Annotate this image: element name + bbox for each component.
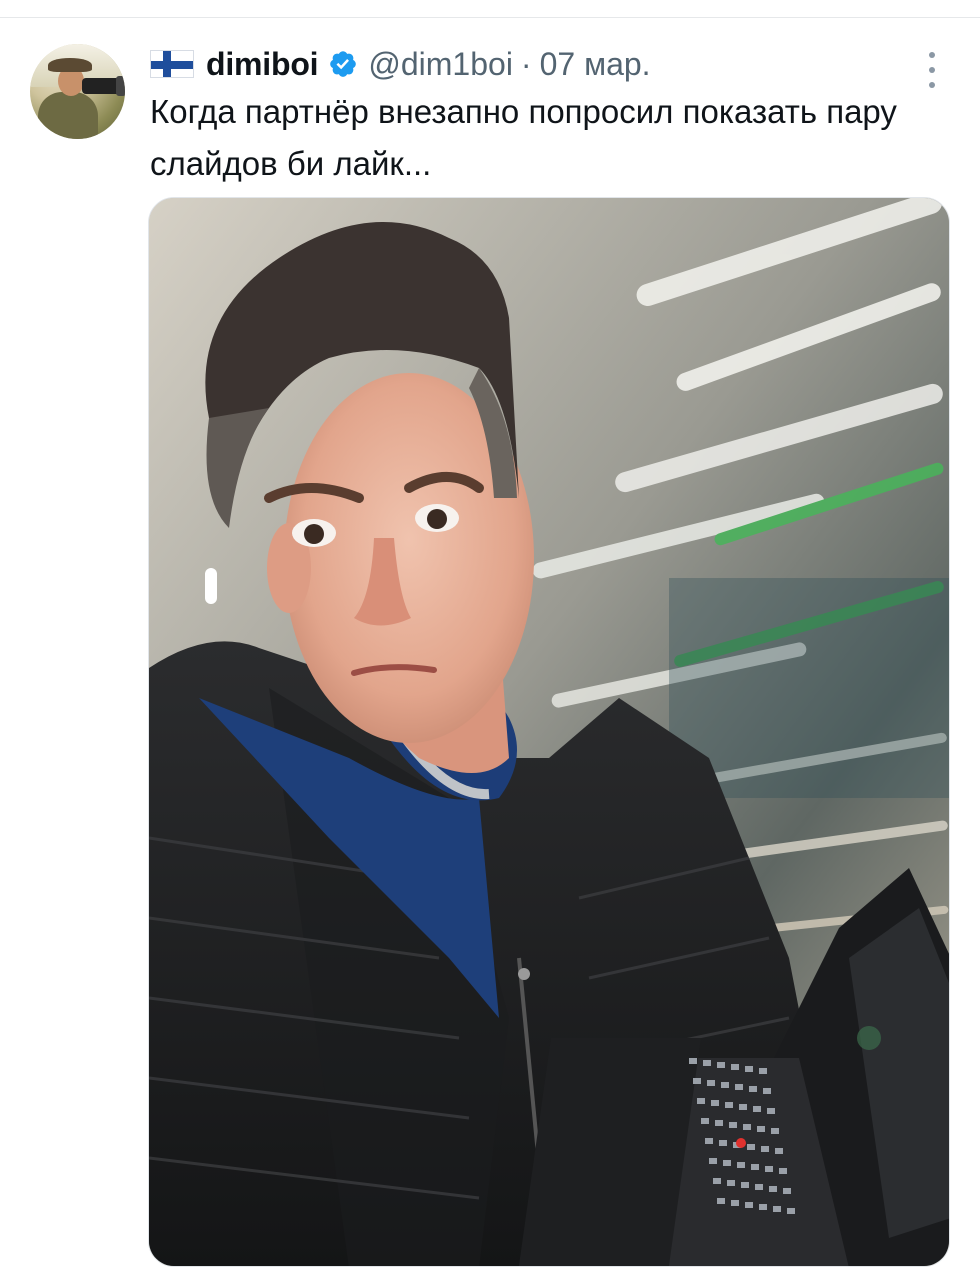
selfie-photo-icon: [149, 198, 949, 1266]
avatar-hat: [48, 58, 92, 72]
verified-badge-icon: [330, 51, 357, 77]
avatar-body: [38, 92, 98, 139]
avatar-camera-lens-hood: [116, 76, 125, 96]
tweet-header: dimiboi @dim1boi · 07 мар.: [150, 44, 651, 84]
finland-flag-icon: [150, 50, 194, 78]
tweet-media-photo[interactable]: [148, 197, 950, 1267]
tweet-text: Когда партнёр внезапно попросил показать…: [150, 93, 897, 182]
tweet[interactable]: dimiboi @dim1boi · 07 мар. Когда партнёр…: [0, 18, 980, 1280]
avatar[interactable]: [30, 44, 125, 139]
tweet-date[interactable]: 07 мар.: [540, 46, 651, 83]
user-handle[interactable]: @dim1boi: [368, 46, 513, 83]
display-name[interactable]: dimiboi: [206, 46, 319, 83]
header-separator: ·: [520, 45, 532, 82]
